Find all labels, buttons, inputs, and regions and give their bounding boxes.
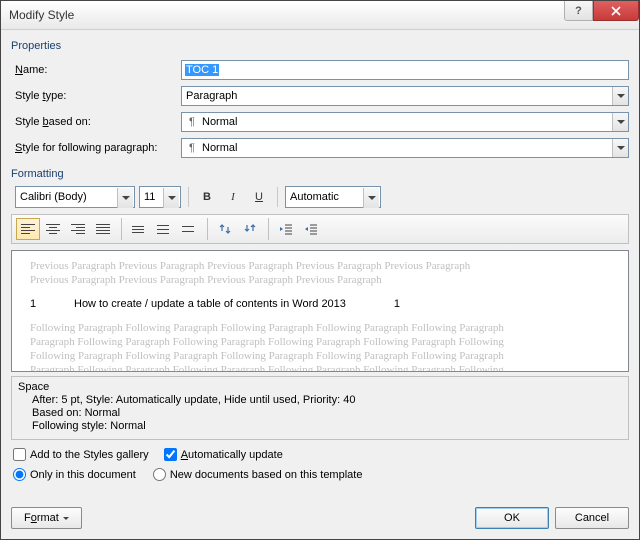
new-docs-radio[interactable]: New documents based on this template: [153, 468, 363, 481]
chevron-down-icon[interactable]: [117, 188, 133, 208]
align-center-button[interactable]: [41, 218, 65, 240]
add-gallery-checkbox[interactable]: Add to the Styles gallery: [13, 448, 149, 461]
close-icon: [611, 6, 621, 16]
help-button[interactable]: ?: [564, 1, 593, 21]
increase-indent-button[interactable]: [299, 218, 323, 240]
style-preview: Previous Paragraph Previous Paragraph Pr…: [11, 250, 629, 372]
underline-button[interactable]: U: [248, 186, 270, 208]
properties-heading: Properties: [11, 40, 629, 52]
style-description: Space After: 5 pt, Style: Automatically …: [11, 376, 629, 440]
only-this-doc-radio[interactable]: Only in this document: [13, 468, 136, 481]
name-input[interactable]: TOC 1: [181, 60, 629, 80]
style-type-label: Style type:: [15, 90, 181, 102]
window-title: Modify Style: [9, 8, 74, 22]
indent-left-icon: [279, 222, 293, 236]
font-color-select[interactable]: Automatic: [285, 186, 381, 208]
titlebar: Modify Style ?: [1, 1, 639, 30]
name-label: Name:: [15, 64, 181, 76]
spacing-2-button[interactable]: [177, 218, 201, 240]
ok-button[interactable]: OK: [475, 507, 549, 529]
cancel-button[interactable]: Cancel: [555, 507, 629, 529]
close-button[interactable]: [593, 1, 639, 21]
decrease-indent-button[interactable]: [274, 218, 298, 240]
chevron-down-icon[interactable]: [363, 188, 379, 208]
auto-update-checkbox[interactable]: Automatically update: [164, 448, 283, 461]
chevron-down-icon[interactable]: [163, 188, 179, 208]
space-before-dec-button[interactable]: [238, 218, 262, 240]
bold-button[interactable]: B: [196, 186, 218, 208]
arrows-down-icon: [243, 222, 257, 236]
spacing-1.5-button[interactable]: [152, 218, 176, 240]
following-label: Style for following paragraph:: [15, 142, 181, 154]
font-size-select[interactable]: 11: [139, 186, 181, 208]
spacing-1-button[interactable]: [127, 218, 151, 240]
chevron-down-icon[interactable]: [612, 139, 628, 157]
align-justify-button[interactable]: [91, 218, 115, 240]
following-select[interactable]: ¶Normal: [181, 138, 629, 158]
based-on-select[interactable]: ¶Normal: [181, 112, 629, 132]
align-right-button[interactable]: [66, 218, 90, 240]
chevron-down-icon[interactable]: [612, 113, 628, 131]
modify-style-dialog: Modify Style ? Properties Name: TOC 1 St…: [0, 0, 640, 540]
based-on-label: Style based on:: [15, 116, 181, 128]
chevron-down-icon: [63, 517, 69, 523]
format-button[interactable]: Format: [11, 507, 82, 529]
space-before-inc-button[interactable]: [213, 218, 237, 240]
paragraph-toolbar: [11, 214, 629, 244]
formatting-heading: Formatting: [11, 168, 629, 180]
italic-button[interactable]: I: [222, 186, 244, 208]
font-family-select[interactable]: Calibri (Body): [15, 186, 135, 208]
chevron-down-icon[interactable]: [612, 87, 628, 105]
arrows-up-icon: [218, 222, 232, 236]
style-type-select[interactable]: Paragraph: [181, 86, 629, 106]
indent-right-icon: [304, 222, 318, 236]
preview-sample-line: 1How to create / update a table of conte…: [30, 297, 610, 311]
align-left-button[interactable]: [16, 218, 40, 240]
